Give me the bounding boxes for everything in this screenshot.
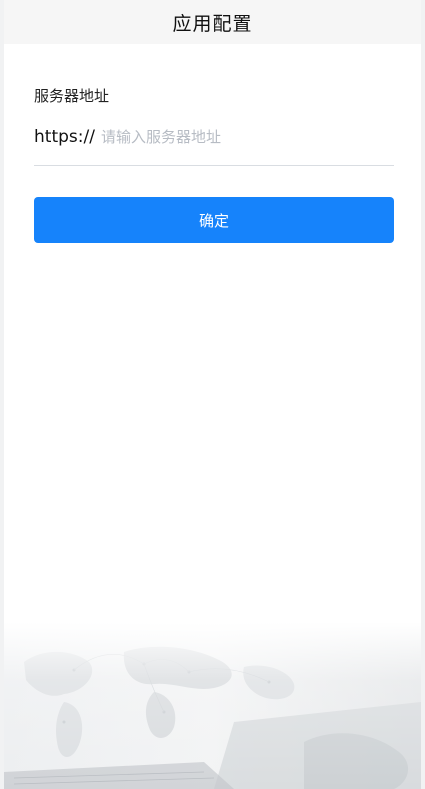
server-address-input[interactable] bbox=[100, 122, 394, 152]
app-config-screen: 应用配置 服务器地址 https:// 确定 bbox=[0, 0, 425, 789]
world-map-laptop-background bbox=[4, 622, 421, 789]
server-address-field: https:// bbox=[34, 122, 394, 166]
confirm-button[interactable]: 确定 bbox=[34, 197, 394, 243]
protocol-prefix: https:// bbox=[34, 127, 95, 147]
page-title: 应用配置 bbox=[172, 12, 253, 35]
server-address-label: 服务器地址 bbox=[34, 87, 110, 105]
nav-bar: 应用配置 bbox=[4, 0, 421, 44]
